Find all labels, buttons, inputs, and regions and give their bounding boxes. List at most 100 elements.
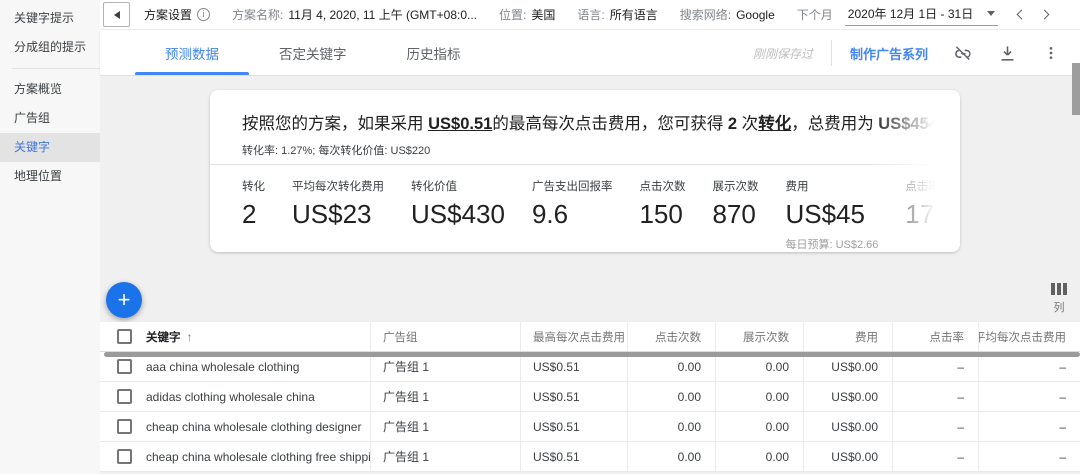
metric-label: 转化 <box>242 178 265 194</box>
header-keyword-label: 关键字 <box>146 329 181 345</box>
sidebar-item-group: 关键字 <box>0 133 100 162</box>
forecast-headline-section: 按照您的方案，如果采用 US$0.51的最高每次点击费用，您可获得 2 次转化，… <box>210 90 960 165</box>
keyword-text: adidas clothing wholesale china <box>146 390 315 404</box>
max-cpc-cell: US$0.51 <box>520 412 627 441</box>
metric-label: 广告支出回报率 <box>532 178 613 194</box>
sidebar-item[interactable]: 广告组 <box>0 104 100 133</box>
max-cpc-cell: US$0.51 <box>520 442 627 471</box>
create-campaign-button[interactable]: 制作广告系列 <box>850 44 928 63</box>
header-cost[interactable]: 费用 <box>803 322 892 351</box>
sidebar-item-group: 广告组 <box>0 104 100 133</box>
prev-period-button[interactable] <box>1017 10 1027 20</box>
row-checkbox[interactable] <box>117 359 132 374</box>
metric-label: 点击率 <box>905 178 960 194</box>
avg-cpc-cell: – <box>978 412 1080 441</box>
row-checkbox[interactable] <box>117 389 132 404</box>
header-impressions[interactable]: 展示次数 <box>715 322 803 351</box>
location-label: 位置: <box>499 6 526 23</box>
saved-status: 刚刚保存过 <box>753 45 813 62</box>
plus-icon: + <box>118 287 131 313</box>
metric-label: 转化价值 <box>411 178 505 194</box>
headline-text: 次 <box>737 115 758 133</box>
metric-value: US$430 <box>411 199 505 230</box>
headline-max-cpc: US$0.51 <box>428 115 492 133</box>
metric: 展示次数 870 <box>712 178 758 252</box>
sidebar-item[interactable]: 关键字提示 <box>0 4 100 33</box>
metric: 点击次数 150 <box>639 178 685 252</box>
forecast-headline: 按照您的方案，如果采用 US$0.51的最高每次点击费用，您可获得 2 次转化，… <box>242 110 900 134</box>
cost-cell: US$0.00 <box>803 442 892 471</box>
more-options-icon[interactable] <box>1040 42 1062 64</box>
columns-tool[interactable]: 列 <box>1051 283 1067 315</box>
date-range-select[interactable]: 2020年 12月 1日 - 31日 <box>845 3 998 26</box>
metric: 转化价值 US$430 <box>411 178 505 252</box>
sidebar-item[interactable]: 分成组的提示 <box>0 33 100 62</box>
tab[interactable]: 否定关键字 <box>249 30 377 75</box>
language-value[interactable]: 所有语言 <box>610 6 658 23</box>
sort-ascending-icon[interactable]: ↑ <box>187 330 193 344</box>
help-icon[interactable]: ? <box>935 119 949 133</box>
sidebar-item[interactable]: 方案概览 <box>0 75 100 104</box>
header-avg-cpc[interactable]: 平均每次点击费用 <box>978 322 1080 351</box>
headline-conversion-word: 转化 <box>758 115 791 133</box>
plan-name-value[interactable]: 11月 4, 2020, 11 上午 (GMT+08:0... <box>288 6 477 23</box>
location-value[interactable]: 美国 <box>531 6 555 23</box>
back-button[interactable] <box>103 2 130 27</box>
metric-value: US$45 <box>785 199 878 230</box>
header-clicks[interactable]: 点击次数 <box>627 322 715 351</box>
sidebar-item[interactable]: 关键字 <box>0 133 100 162</box>
sidebar-item[interactable]: 地理位置 <box>0 162 100 191</box>
language-label: 语言: <box>577 6 604 23</box>
tab[interactable]: 历史指标 <box>377 30 491 75</box>
ctr-cell: – <box>892 412 978 441</box>
plan-settings-bar: 方案设置 i 方案名称: 11月 4, 2020, 11 上午 (GMT+08:… <box>100 0 1080 30</box>
metric-label: 平均每次转化费用 <box>292 178 384 194</box>
forecast-card: 按照您的方案，如果采用 US$0.51的最高每次点击费用，您可获得 2 次转化，… <box>210 90 960 252</box>
sidebar-item-group: 关键字提示 <box>0 4 100 33</box>
table-row: adidas clothing wholesale china 广告组 1 US… <box>100 382 1080 412</box>
network-value[interactable]: Google <box>736 8 775 22</box>
tab-label: 预测数据 <box>165 43 219 63</box>
header-ctr[interactable]: 点击率 <box>892 322 978 351</box>
max-cpc-cell: US$0.51 <box>520 382 627 411</box>
metric-label: 展示次数 <box>712 178 758 194</box>
row-checkbox[interactable] <box>117 419 132 434</box>
next-period-button[interactable] <box>1040 10 1050 20</box>
metric: 费用 US$45 每日预算: US$2.66 <box>785 178 878 252</box>
row-checkbox[interactable] <box>117 449 132 464</box>
table-body: aaa china wholesale clothing 广告组 1 US$0.… <box>100 352 1080 472</box>
keyword-text: aaa china wholesale clothing <box>146 360 299 374</box>
metric-value: 17.8% <box>905 199 960 230</box>
clicks-cell: 0.00 <box>627 442 715 471</box>
download-icon[interactable] <box>996 42 1018 64</box>
metric-value: 150 <box>639 199 685 230</box>
period-label: 下个月 <box>797 6 833 23</box>
headline-total-cost: US$45 <box>878 115 928 133</box>
metric: 平均每次转化费用 US$23 <box>292 178 384 252</box>
select-all-checkbox[interactable] <box>117 329 132 344</box>
header-ad-group[interactable]: 广告组 <box>370 322 520 351</box>
vertical-scrollbar-thumb[interactable] <box>1072 63 1080 115</box>
info-icon[interactable]: i <box>197 8 210 21</box>
sidebar-divider <box>12 68 100 69</box>
headline-text: ，总费用为 <box>791 115 878 133</box>
add-keyword-button[interactable]: + <box>106 282 142 318</box>
metric: 点击率 17.8% <box>905 178 960 252</box>
headline-text: 按照您的方案，如果采用 <box>242 115 428 133</box>
tab-label: 历史指标 <box>407 43 461 63</box>
metric-subtext[interactable]: 每日预算: US$2.66 <box>785 236 878 252</box>
header-max-cpc[interactable]: 最高每次点击费用 <box>520 322 627 351</box>
keywords-table: 关键字 ↑ 广告组 最高每次点击费用 点击次数 展示次数 费用 点击率 平均每次… <box>100 322 1080 472</box>
unlink-icon[interactable] <box>952 42 974 64</box>
date-range-value: 2020年 12月 1日 - 31日 <box>848 5 973 22</box>
horizontal-scrollbar-thumb[interactable] <box>104 352 1080 357</box>
ctr-cell: – <box>892 442 978 471</box>
avg-cpc-cell: – <box>978 382 1080 411</box>
metric-label: 点击次数 <box>639 178 685 194</box>
table-header-row: 关键字 ↑ 广告组 最高每次点击费用 点击次数 展示次数 费用 点击率 平均每次… <box>100 322 1080 352</box>
tab[interactable]: 预测数据 <box>135 30 249 75</box>
tabs: 预测数据 否定关键字 历史指标 <box>135 30 491 75</box>
back-arrow-icon <box>114 11 120 19</box>
header-keyword-cell[interactable]: 关键字 ↑ <box>100 322 370 351</box>
cost-cell: US$0.00 <box>803 382 892 411</box>
